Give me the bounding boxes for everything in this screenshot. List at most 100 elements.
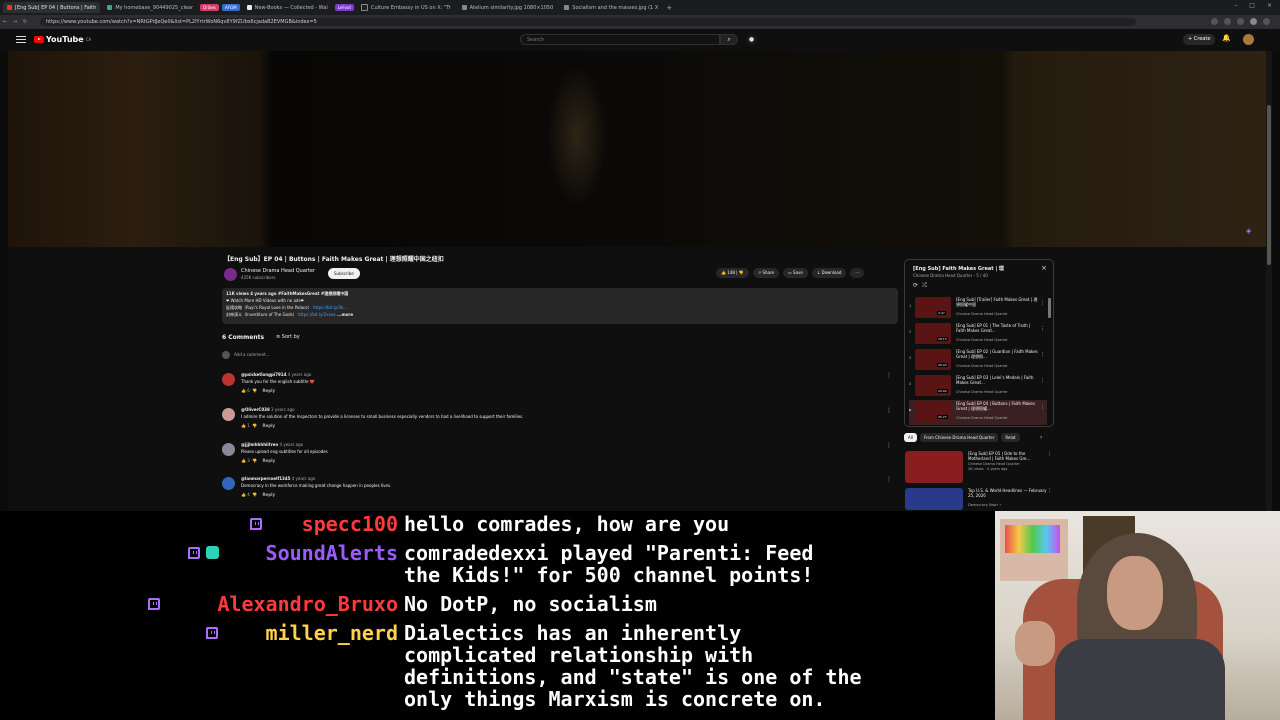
channel-name[interactable]: Chinese Drama Head Quarter — [241, 268, 315, 274]
description-link[interactable]: https://bit.ly/2xxxx — [298, 312, 336, 317]
reply-button[interactable]: Reply — [262, 458, 275, 463]
minimize-icon[interactable]: – — [1234, 2, 1237, 9]
forward-icon[interactable]: → — [10, 19, 20, 25]
video-description[interactable]: 11K views 4 years ago #FaithMakesGreat #… — [222, 288, 898, 324]
commenter-avatar[interactable] — [222, 477, 235, 490]
menu-icon[interactable] — [1263, 18, 1270, 25]
close-window-icon[interactable]: × — [1267, 2, 1272, 9]
browser-tab-socialism[interactable]: Socialism and the masses.jpg (1 X — [560, 2, 662, 13]
extension-icon[interactable] — [1237, 18, 1244, 25]
voice-search-button[interactable]: ● — [746, 34, 757, 45]
reply-button[interactable]: Reply — [262, 423, 275, 428]
close-playlist-icon[interactable]: × — [1041, 264, 1047, 272]
save-button[interactable]: ▭ Save — [782, 268, 808, 278]
comment-menu-icon[interactable]: ⋮ — [886, 407, 892, 414]
bookmark-icon: ▭ — [787, 270, 792, 275]
playlist-item[interactable]: 3 26:03 [Eng Sub] EP 02 | Guardian | Fai… — [909, 348, 1047, 373]
account-avatar[interactable] — [1243, 34, 1254, 45]
video-player[interactable] — [8, 51, 1266, 247]
like-comment-icon[interactable]: 👍 — [241, 458, 246, 463]
more-actions-button[interactable]: ⋯ — [850, 268, 865, 278]
like-comment-icon[interactable]: 👍 — [241, 492, 246, 497]
channel-avatar[interactable] — [224, 268, 237, 281]
reply-button[interactable]: Reply — [262, 388, 275, 393]
playlist-panel: [Eng Sub] Faith Makes Great | 理 Chinese … — [904, 259, 1054, 427]
comment-author[interactable]: @jjjlmhhhhiitren — [241, 442, 278, 447]
notifications-bell-icon[interactable]: 🔔 — [1222, 34, 1231, 42]
playlist-item-menu-icon[interactable]: ⋮ — [1040, 352, 1045, 358]
chevron-right-icon[interactable]: › — [1040, 434, 1042, 441]
extension-icon[interactable] — [1224, 18, 1231, 25]
dislike-comment-icon[interactable]: 👎 — [252, 492, 257, 497]
profile-icon[interactable] — [1250, 18, 1257, 25]
playlist-item-menu-icon[interactable]: ⋮ — [1040, 404, 1045, 410]
maximize-icon[interactable]: □ — [1249, 2, 1255, 9]
commenter-avatar[interactable] — [222, 443, 235, 456]
share-button[interactable]: ↗ Share — [752, 268, 779, 278]
playlist-item-menu-icon[interactable]: ⋮ — [1040, 326, 1045, 332]
playlist-item[interactable]: 4 29:04 [Eng Sub] EP 03 | Lelei's Medals… — [909, 374, 1047, 399]
browser-tab-atelium[interactable]: Atelium similarity.jpg 1080×1050 — [458, 2, 558, 13]
like-comment-icon[interactable]: 👍 — [241, 388, 246, 393]
like-button[interactable]: 👍 148 | 👎 — [716, 268, 749, 278]
reload-icon[interactable]: ↻ — [20, 19, 30, 25]
page-scrollbar-thumb[interactable] — [1267, 105, 1271, 265]
dislike-comment-icon[interactable]: 👎 — [252, 423, 257, 428]
youtube-logo[interactable]: YouTube CA — [34, 35, 91, 44]
chip-all[interactable]: All — [904, 433, 917, 442]
search-button[interactable]: ⌕ — [720, 34, 738, 45]
tab-favicon-icon — [107, 5, 113, 10]
dislike-comment-icon[interactable]: 👎 — [252, 388, 257, 393]
create-button[interactable]: + Create — [1183, 34, 1216, 45]
reply-button[interactable]: Reply — [262, 492, 275, 497]
comment-author[interactable]: @lanmarpercoelf1345 — [241, 476, 290, 481]
tab-group-pill[interactable]: Dribes — [200, 4, 219, 11]
playlist-item-menu-icon[interactable]: ⋮ — [1040, 378, 1045, 384]
commenter-avatar[interactable] — [222, 408, 235, 421]
video-menu-icon[interactable]: ⋮ — [1047, 488, 1052, 494]
like-comment-icon[interactable]: 👍 — [241, 423, 246, 428]
tab-group-pill[interactable]: AFGM — [221, 4, 240, 11]
comment-author[interactable]: @psicketlongpi7914 — [241, 372, 286, 377]
playlist-item-channel: Chinese Drama Head Quarter — [956, 338, 1008, 342]
playlist-item-channel: Chinese Drama Head Quarter — [956, 364, 1008, 368]
comment-menu-icon[interactable]: ⋮ — [886, 372, 892, 379]
playlist-item-current[interactable]: ▶ 25:27 [Eng Sub] EP 04 | Buttons | Fait… — [909, 400, 1047, 425]
subscribe-button[interactable]: Subscribe — [328, 268, 360, 279]
address-bar[interactable]: https://www.youtube.com/watch?v=NRtGPdJe… — [40, 18, 1136, 26]
download-button[interactable]: ↓ Download — [811, 268, 847, 278]
commenter-avatar[interactable] — [222, 373, 235, 386]
playlist-scrollbar[interactable] — [1048, 298, 1051, 318]
browser-tab-books[interactable]: New-Books — Collected - Wal — [243, 2, 332, 13]
extension-icon[interactable] — [1211, 18, 1218, 25]
dislike-comment-icon[interactable]: 👎 — [252, 458, 257, 463]
playlist-title[interactable]: [Eng Sub] Faith Makes Great | 理 — [913, 265, 1004, 272]
thumbs-down-icon: 👎 — [738, 270, 744, 275]
back-icon[interactable]: ← — [0, 19, 10, 25]
chat-text: Dialectics has an inherently — [404, 621, 742, 645]
browser-tab-homebase[interactable]: My homebase_90449025_clear — [103, 2, 197, 13]
new-tab-button[interactable]: + — [666, 4, 672, 12]
search-input[interactable]: Search — [520, 34, 720, 45]
chip-related[interactable]: Relat — [1001, 433, 1020, 442]
playlist-item[interactable]: 1 4:47 [Eng Sub] [Trailer] Faith Makes G… — [909, 296, 1047, 321]
playlist-item[interactable]: 2 28:13 [Eng Sub] EP 01 | The Taste of T… — [909, 322, 1047, 347]
browser-tab-youtube[interactable]: [Eng Sub] EP 04 | Buttons | Faith — [3, 2, 101, 13]
comment-author[interactable]: @OliverC038 — [241, 407, 270, 412]
description-more-button[interactable]: ...more — [337, 312, 353, 317]
tab-group-pill[interactable]: LeFoot — [334, 4, 355, 11]
chip-from-channel[interactable]: From Chinese Drama Head Quarter — [919, 433, 999, 442]
sort-comments-button[interactable]: ≡ Sort by — [276, 334, 300, 340]
playlist-item-menu-icon[interactable]: ⋮ — [1040, 300, 1045, 306]
add-comment-input[interactable]: Add a comment... — [222, 351, 270, 359]
hamburger-menu-icon[interactable] — [16, 36, 26, 44]
browser-tab-culture[interactable]: Culture Embassy in US on X: "Tr — [357, 2, 455, 13]
comment-menu-icon[interactable]: ⋮ — [886, 476, 892, 483]
loop-icon[interactable]: ⟳ — [913, 282, 918, 289]
video-menu-icon[interactable]: ⋮ — [1047, 451, 1052, 457]
video-overlay-icon[interactable]: ◈ — [1246, 227, 1251, 235]
recommended-video[interactable]: [Eng Sub] EP 05 | Ode to the Motherland … — [904, 451, 1054, 485]
description-link[interactable]: https://bit.ly/3k… — [313, 305, 348, 310]
comment-menu-icon[interactable]: ⋮ — [886, 442, 892, 449]
shuffle-icon[interactable]: ⤮ — [922, 282, 927, 289]
